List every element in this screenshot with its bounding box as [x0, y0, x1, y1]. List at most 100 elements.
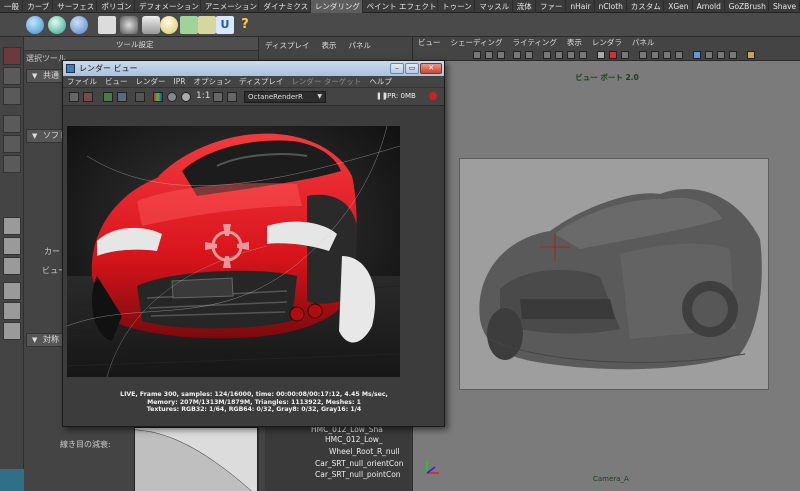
- rv-menu-ipr[interactable]: IPR: [170, 76, 190, 87]
- render-sphere-icon[interactable]: [26, 16, 44, 34]
- lights-icon[interactable]: [579, 51, 587, 59]
- tree-item[interactable]: Car_SRT_null_orientCon: [315, 459, 404, 468]
- textured-icon[interactable]: [567, 51, 575, 59]
- maximize-button[interactable]: ▭: [405, 63, 419, 74]
- ipr-render-icon[interactable]: [48, 16, 66, 34]
- shelf-tab-rendering[interactable]: レンダリング: [310, 0, 363, 13]
- hypershade-icon[interactable]: [98, 16, 116, 34]
- shelf-tab[interactable]: トゥーン: [438, 0, 476, 13]
- image-plane-icon[interactable]: [513, 51, 521, 59]
- rotate-tool-icon[interactable]: [3, 135, 21, 153]
- side-by-side-layout-icon[interactable]: [3, 257, 21, 275]
- ambient-occlusion-icon[interactable]: [717, 51, 725, 59]
- resolution-gate[interactable]: [459, 158, 769, 390]
- color-manage-icon[interactable]: [747, 51, 755, 59]
- vp-menu-view[interactable]: ビュー: [413, 37, 446, 49]
- area-light-icon[interactable]: [198, 16, 216, 34]
- rv-menu-file[interactable]: ファイル: [63, 76, 101, 87]
- one-to-one-button[interactable]: 1:1: [196, 91, 210, 101]
- stop-render-icon[interactable]: [429, 92, 437, 100]
- safe-action-icon[interactable]: [675, 51, 683, 59]
- tree-item[interactable]: HMC_012_Low_: [325, 435, 383, 444]
- keep-image-icon[interactable]: [213, 92, 223, 102]
- outliner-menu-panel[interactable]: パネル: [342, 40, 377, 52]
- rv-menu-display[interactable]: ディスプレイ: [235, 76, 287, 87]
- shelf-tab[interactable]: 一般: [0, 0, 24, 13]
- shelf-tab[interactable]: GoZBrush: [725, 0, 769, 13]
- tree-item[interactable]: Wheel_Root_R_null: [329, 447, 400, 456]
- uv-icon[interactable]: U: [216, 16, 234, 34]
- anti-alias-icon[interactable]: [729, 51, 737, 59]
- renderer-select[interactable]: OctaneRenderR ▼: [244, 91, 326, 103]
- single-layout-icon[interactable]: [3, 217, 21, 235]
- rv-menu-options[interactable]: オプション: [189, 76, 235, 87]
- shelf-tab[interactable]: nHair: [566, 0, 595, 13]
- lasso-tool-icon[interactable]: [3, 67, 21, 85]
- shelf-tab[interactable]: カーブ: [23, 0, 54, 13]
- xray-icon[interactable]: [609, 51, 617, 59]
- shelf-tab[interactable]: Shave: [769, 0, 800, 13]
- shelf-tab[interactable]: 流体: [513, 0, 537, 13]
- shelf-tab[interactable]: マッスル: [475, 0, 513, 13]
- select-tool-icon[interactable]: [3, 47, 21, 65]
- rgb-channels-icon[interactable]: [153, 92, 163, 102]
- minimize-button[interactable]: –: [390, 63, 404, 74]
- gate-mask-icon[interactable]: [651, 51, 659, 59]
- vp-menu-panels[interactable]: パネル: [627, 37, 660, 49]
- shelf-tab[interactable]: Arnold: [693, 0, 725, 13]
- vp-menu-lighting[interactable]: ライティング: [507, 37, 561, 49]
- shelf-tab[interactable]: アニメーション: [201, 0, 260, 13]
- lock-camera-icon[interactable]: [485, 51, 493, 59]
- spot-light-icon[interactable]: [180, 16, 198, 34]
- hypershade-layout-icon[interactable]: [3, 302, 21, 320]
- wireframe-icon[interactable]: [543, 51, 551, 59]
- shelf-tab[interactable]: nCloth: [595, 0, 627, 13]
- move-tool-icon[interactable]: [3, 115, 21, 133]
- scale-tool-icon[interactable]: [3, 155, 21, 173]
- help-icon[interactable]: ?: [236, 16, 254, 34]
- vp-menu-renderer[interactable]: レンダラ: [587, 37, 627, 49]
- field-chart-icon[interactable]: [663, 51, 671, 59]
- point-light-icon[interactable]: [160, 16, 178, 34]
- shelf-tab[interactable]: XGen: [664, 0, 693, 13]
- shelf-tab[interactable]: ペイント エフェクト: [363, 0, 439, 13]
- graph-layout-icon[interactable]: [3, 322, 21, 340]
- falloff-curve-graph[interactable]: [134, 427, 258, 491]
- outliner-menu-show[interactable]: 表示: [315, 40, 342, 52]
- render-settings-icon[interactable]: [70, 16, 88, 34]
- shelf-tab[interactable]: ファー: [536, 0, 567, 13]
- shelf-tab[interactable]: サーフェス: [53, 0, 98, 13]
- four-view-layout-icon[interactable]: [3, 237, 21, 255]
- paint-select-tool-icon[interactable]: [3, 87, 21, 105]
- camera-select-icon[interactable]: [473, 51, 481, 59]
- vp-menu-show[interactable]: 表示: [562, 37, 587, 49]
- tree-item[interactable]: Car_SRT_null_pointCon: [315, 470, 401, 479]
- remove-image-icon[interactable]: [227, 92, 237, 102]
- vp-menu-shading[interactable]: シェーディング: [446, 37, 508, 49]
- outliner-menu-display[interactable]: ディスプレイ: [259, 40, 315, 52]
- grid-icon[interactable]: [525, 51, 533, 59]
- bookmark-icon[interactable]: [497, 51, 505, 59]
- alpha-channel-icon[interactable]: [167, 92, 177, 102]
- snapshot-icon[interactable]: [103, 92, 113, 102]
- camera-icon[interactable]: [120, 16, 138, 34]
- close-button[interactable]: ✕: [420, 63, 442, 74]
- redo-render-icon[interactable]: [69, 92, 79, 102]
- smooth-shade-icon[interactable]: [555, 51, 563, 59]
- motion-blur-icon[interactable]: [705, 51, 713, 59]
- shelf-tab[interactable]: ポリゴン: [97, 0, 135, 13]
- shelf-tab[interactable]: カスタム: [627, 0, 665, 13]
- outliner-layout-icon[interactable]: [3, 282, 21, 300]
- luminance-icon[interactable]: [181, 92, 191, 102]
- resolution-gate-icon[interactable]: [639, 51, 647, 59]
- rv-menu-view[interactable]: ビュー: [101, 76, 132, 87]
- render-view-titlebar[interactable]: レンダー ビュー – ▭ ✕: [63, 61, 444, 76]
- render-region-icon[interactable]: [83, 92, 93, 102]
- shadows-icon[interactable]: [597, 51, 605, 59]
- hud-icon[interactable]: [693, 51, 701, 59]
- shelf-tab[interactable]: ダイナミクス: [259, 0, 311, 13]
- ipr-render-icon[interactable]: [135, 92, 145, 102]
- layers-icon[interactable]: [142, 16, 160, 34]
- rv-menu-help[interactable]: ヘルプ: [365, 76, 396, 87]
- shelf-tab[interactable]: デフォメーション: [135, 0, 201, 13]
